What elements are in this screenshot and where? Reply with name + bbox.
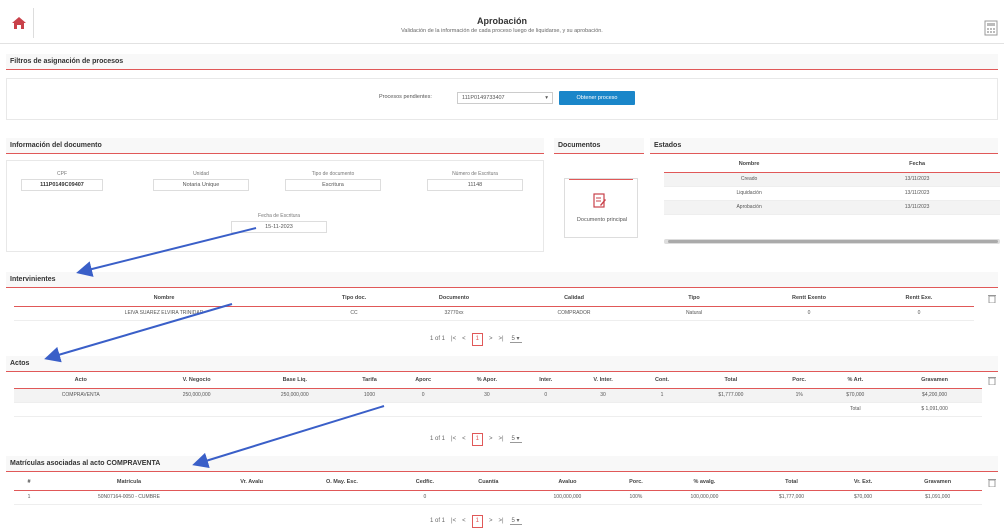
first-page-icon[interactable]: |< <box>451 518 456 524</box>
current-page[interactable]: 1 <box>471 332 483 346</box>
current-page[interactable]: 1 <box>471 514 483 528</box>
estados-section-title: Estados <box>650 138 998 154</box>
estados-table: Nombre Fecha Creado 13/11/2023 Liquidació… <box>664 156 1000 215</box>
unidad-field: Notaria Unique <box>153 179 249 191</box>
actos-section-title: Actos <box>6 356 998 372</box>
cpf-label: CPF <box>57 171 67 177</box>
table-row: Liquidación 13/11/2023 <box>664 186 1000 201</box>
num-escritura-field: 11148 <box>427 179 523 191</box>
current-page[interactable]: 1 <box>471 432 483 446</box>
calculator-icon[interactable] <box>984 20 998 36</box>
fecha-escritura-field: 15-11-2023 <box>231 221 327 233</box>
actos-pager: 1 of 1 |< < 1 > >| 5 ▾ <box>430 432 522 446</box>
col-nombre: Nombre <box>664 156 835 173</box>
page-title: Aprobación <box>476 16 527 26</box>
trash-icon[interactable] <box>988 478 996 487</box>
intervinientes-table: Nombre Tipo doc. Documento Calidad Tipo … <box>14 290 974 321</box>
page-size-select[interactable]: 5 ▾ <box>509 435 522 443</box>
page-subtitle: Validación de la información de cada pro… <box>401 28 603 34</box>
page-size-select[interactable]: 5 ▾ <box>509 335 522 343</box>
tipo-doc-label: Tipo de documento <box>311 171 355 177</box>
prev-page-icon[interactable]: < <box>462 436 466 442</box>
pager-info: 1 of 1 <box>430 336 446 342</box>
estados-scrollbar[interactable] <box>664 239 1000 244</box>
table-row: Aprobación 13/11/2023 <box>664 200 1000 215</box>
trash-icon[interactable] <box>988 376 996 385</box>
chevron-down-icon: ▾ <box>545 95 548 101</box>
procesos-select[interactable]: 111P0149733407 ▾ <box>457 92 553 104</box>
matriculas-table: # Matrícula Vr. Avalu O. May. Esc. Cedfi… <box>14 474 982 505</box>
page-size-select[interactable]: 5 ▾ <box>509 517 522 525</box>
last-page-icon[interactable]: >| <box>498 436 503 442</box>
actos-table: Acto V. Negocio Base Liq. Tarifa Aporc %… <box>14 372 982 417</box>
col-fecha: Fecha <box>834 156 1000 173</box>
prev-page-icon[interactable]: < <box>462 336 466 342</box>
documentos-section-title: Documentos <box>554 138 644 154</box>
total-value: $ 1,091,000 <box>887 402 982 417</box>
filtros-section-title: Filtros de asignación de procesos <box>6 54 998 70</box>
info-doc-section-title: Información del documento <box>6 138 544 154</box>
table-row[interactable]: LEIVA SUAREZ ELVIRA TRINIDAD CC 32770xx … <box>14 306 974 321</box>
info-doc-panel: CPF 111P0149C09407 Unidad Notaria Unique… <box>6 160 544 252</box>
total-label: Total <box>823 402 888 417</box>
pager-info: 1 of 1 <box>430 518 446 524</box>
matriculas-pager: 1 of 1 |< < 1 > >| 5 ▾ <box>430 514 522 528</box>
procesos-label: Procesos pendientes: <box>379 94 432 100</box>
last-page-icon[interactable]: >| <box>498 336 503 342</box>
documento-principal-card[interactable]: Documento principal <box>564 178 638 238</box>
edit-document-icon <box>593 193 606 208</box>
procesos-select-value: 111P0149733407 <box>462 95 505 101</box>
total-row: Total $ 1,091,000 <box>14 402 982 417</box>
prev-page-icon[interactable]: < <box>462 518 466 524</box>
table-row: Creado 13/11/2023 <box>664 172 1000 187</box>
intervinientes-pager: 1 of 1 |< < 1 > >| 5 ▾ <box>430 332 522 346</box>
intervinientes-section-title: Intervinientes <box>6 272 998 288</box>
unidad-label: Unidad <box>193 171 209 177</box>
documento-principal-label: Documento principal <box>576 217 628 223</box>
pager-info: 1 of 1 <box>430 436 446 442</box>
first-page-icon[interactable]: |< <box>451 336 456 342</box>
num-escritura-label: Número de Escritura <box>452 171 498 177</box>
tipo-doc-field: Escritura <box>285 179 381 191</box>
first-page-icon[interactable]: |< <box>451 436 456 442</box>
page-header: Aprobación Validación de la información … <box>0 0 1004 44</box>
fecha-escritura-label: Fecha de Escritura <box>258 213 300 219</box>
table-row[interactable]: 1 50N07164-0050 - CUMBRE 0 100,000,000 1… <box>14 490 982 505</box>
table-row[interactable]: COMPRAVENTA 250,000,000 250,000,000 1000… <box>14 388 982 403</box>
filtros-panel: Procesos pendientes: 111P0149733407 ▾ Ob… <box>6 78 998 120</box>
divider <box>569 179 633 180</box>
next-page-icon[interactable]: > <box>489 436 493 442</box>
scrollbar-thumb[interactable] <box>668 240 998 243</box>
matriculas-section-title: Matrículas asociadas al acto COMPRAVENTA <box>6 456 998 472</box>
next-page-icon[interactable]: > <box>489 518 493 524</box>
obtener-proceso-button[interactable]: Obtener proceso <box>559 91 635 105</box>
next-page-icon[interactable]: > <box>489 336 493 342</box>
trash-icon[interactable] <box>988 294 996 303</box>
cpf-field: 111P0149C09407 <box>21 179 103 191</box>
last-page-icon[interactable]: >| <box>498 518 503 524</box>
